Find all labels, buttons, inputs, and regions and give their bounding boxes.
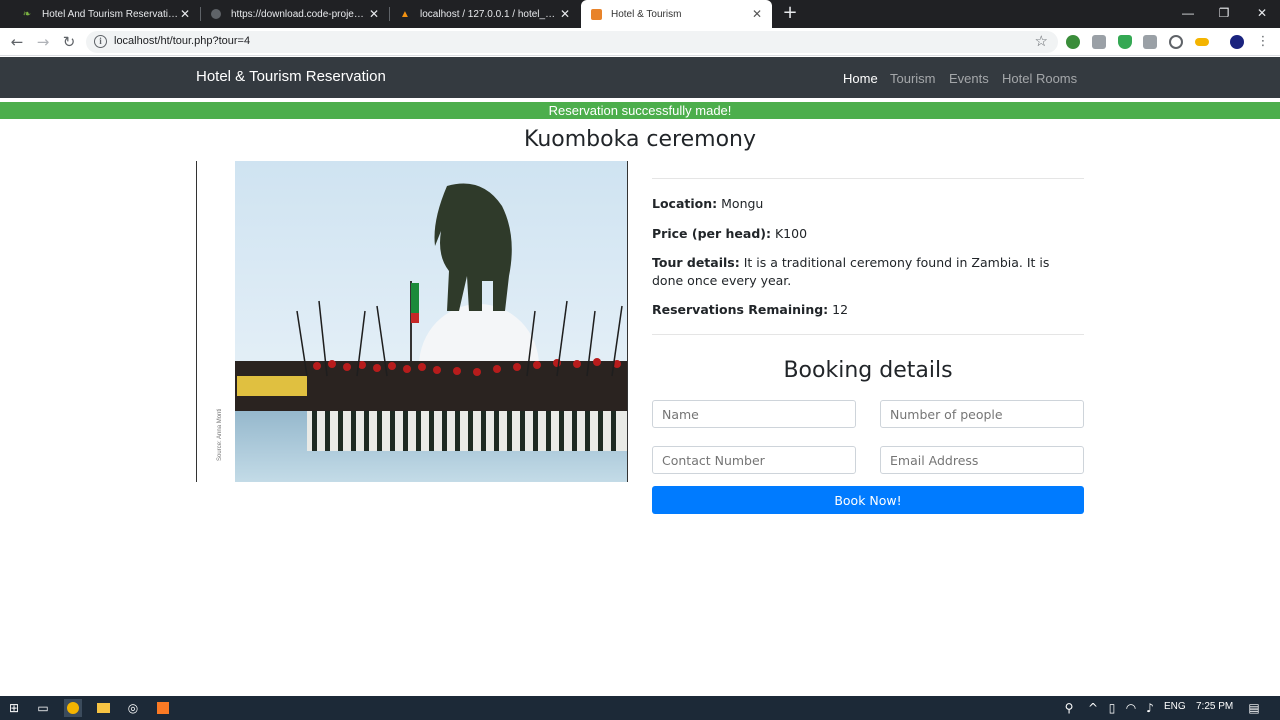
close-tab-icon[interactable]: ✕ (750, 7, 764, 21)
back-arrow-icon[interactable]: ← (7, 32, 27, 52)
close-window-icon[interactable]: ✕ (1244, 0, 1280, 28)
leaf-favicon-icon: ❧ (22, 8, 32, 20)
price-label: Price (per head): (652, 226, 771, 241)
chrome-taskbar-icon[interactable] (64, 699, 82, 717)
browser-tab-bar: ❧ Hotel And Tourism Reservation In ✕ htt… (0, 0, 1280, 28)
book-now-button[interactable]: Book Now! (652, 486, 1084, 514)
address-toolbar: ← → ↻ i localhost/ht/tour.php?tour=4 ☆ ⋮ (0, 28, 1280, 56)
location-row: Location: Mongu (652, 195, 1084, 213)
menu-kebab-icon[interactable]: ⋮ (1253, 32, 1273, 52)
elephant-boat-illustration (235, 161, 627, 482)
bookmark-star-icon[interactable]: ☆ (1035, 32, 1048, 50)
divider (652, 334, 1084, 335)
nav-tourism[interactable]: Tourism (890, 71, 936, 86)
close-tab-icon[interactable]: ✕ (367, 7, 381, 21)
browser-tab-1[interactable]: ❧ Hotel And Tourism Reservation In ✕ (12, 0, 200, 28)
block-icon[interactable] (1169, 35, 1183, 49)
people-input[interactable] (880, 400, 1084, 428)
omnibox[interactable]: i localhost/ht/tour.php?tour=4 ☆ (86, 31, 1058, 53)
chevron-up-icon[interactable]: ^ (1084, 699, 1102, 717)
globe-favicon-icon (209, 7, 223, 21)
clock[interactable]: 7:25 PM (1196, 701, 1233, 712)
forward-arrow-icon[interactable]: → (33, 32, 53, 52)
tour-title: Kuomboka ceremony (524, 127, 756, 152)
windows-taskbar: ⊞ ▭ ◎ ⚲ ^ ▯ ◠ ♪ ENG 7:25 PM ▤ (0, 696, 1280, 720)
site-favicon-icon (589, 7, 603, 21)
language-indicator[interactable]: ENG (1164, 701, 1186, 712)
phpmyadmin-favicon-icon: ▲ (400, 8, 410, 20)
minimize-icon[interactable]: — (1170, 0, 1206, 28)
site-info-icon[interactable]: i (94, 35, 107, 48)
nav-home[interactable]: Home (843, 71, 878, 86)
details-label: Tour details: (652, 255, 740, 270)
notifications-icon[interactable]: ▤ (1245, 699, 1263, 717)
power-icon[interactable]: ▯ (1103, 699, 1121, 717)
tab-title: Hotel And Tourism Reservation In (42, 8, 178, 20)
profile-avatar[interactable] (1230, 35, 1244, 49)
shield-icon[interactable] (1118, 35, 1132, 49)
new-tab-plus-icon[interactable]: + (781, 4, 799, 24)
people-icon[interactable]: ⚲ (1060, 699, 1078, 717)
close-tab-icon[interactable]: ✕ (558, 7, 572, 21)
tab-title: https://download.code-projects.o (231, 8, 367, 20)
file-explorer-icon[interactable] (94, 699, 112, 717)
site-navbar: Hotel & Tourism Reservation Home Tourism… (0, 57, 1280, 98)
image-credit: Source: Anna Monti (217, 408, 223, 461)
tab-title: Hotel & Tourism (611, 8, 682, 20)
price-row: Price (per head): K100 (652, 225, 1084, 243)
remaining-row: Reservations Remaining: 12 (652, 301, 1084, 319)
app-circle-icon[interactable]: ◎ (124, 699, 142, 717)
restore-icon[interactable]: ❐ (1206, 0, 1242, 28)
link-extension-icon[interactable] (1195, 38, 1209, 46)
name-input[interactable] (652, 400, 856, 428)
browser-tab-3[interactable]: ▲ localhost / 127.0.0.1 / hotel_db | ✕ (390, 0, 580, 28)
browser-tab-2[interactable]: https://download.code-projects.o ✕ (201, 0, 389, 28)
details-row: Tour details: It is a traditional ceremo… (652, 254, 1084, 290)
tour-photo: Source: Anna Monti (196, 161, 628, 482)
divider (652, 178, 1084, 179)
price-value: K100 (774, 226, 808, 241)
remaining-value: 12 (832, 302, 849, 317)
network-icon[interactable]: ◠ (1122, 699, 1140, 717)
tab-title: localhost / 127.0.0.1 / hotel_db | (420, 8, 558, 20)
location-label: Location: (652, 196, 718, 211)
contact-input[interactable] (652, 446, 856, 474)
location-value: Mongu (721, 196, 764, 211)
browser-tab-4-active[interactable]: Hotel & Tourism ✕ (581, 0, 772, 28)
extension-green-icon[interactable] (1066, 35, 1080, 49)
reload-icon[interactable]: ↻ (59, 32, 79, 52)
site-brand[interactable]: Hotel & Tourism Reservation (196, 68, 386, 85)
xampp-icon[interactable] (154, 699, 172, 717)
nav-hotel-rooms[interactable]: Hotel Rooms (1002, 71, 1077, 86)
success-alert: Reservation successfully made! (0, 102, 1280, 119)
close-tab-icon[interactable]: ✕ (178, 7, 192, 21)
windows-start-icon[interactable]: ⊞ (5, 699, 23, 717)
remaining-label: Reservations Remaining: (652, 302, 829, 317)
extension-gray-icon[interactable] (1143, 35, 1157, 49)
email-input[interactable] (880, 446, 1084, 474)
camera-icon[interactable] (1092, 35, 1106, 49)
nav-events[interactable]: Events (949, 71, 989, 86)
url-text[interactable]: localhost/ht/tour.php?tour=4 (114, 35, 250, 47)
volume-icon[interactable]: ♪ (1141, 699, 1159, 717)
task-view-icon[interactable]: ▭ (34, 699, 52, 717)
booking-heading: Booking details (783, 358, 953, 383)
